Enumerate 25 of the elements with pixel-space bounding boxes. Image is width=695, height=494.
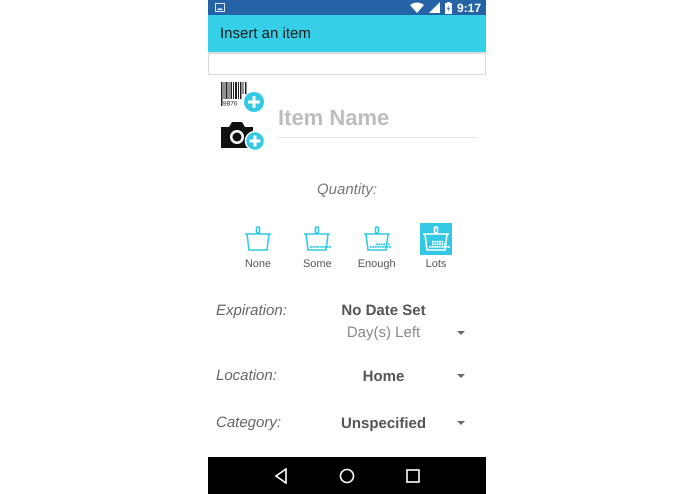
quantity-label: Quantity: xyxy=(316,181,378,198)
dropdown[interactable]: Day(s) Left xyxy=(326,319,468,346)
caret-icon xyxy=(457,374,465,378)
dropdown[interactable]: Home xyxy=(326,362,468,390)
app-bar-title: Insert an item xyxy=(220,25,311,42)
dropdown[interactable]: Unspecified xyxy=(326,410,468,437)
home-icon[interactable] xyxy=(338,468,355,484)
date-button[interactable]: No Date Set xyxy=(326,298,441,320)
caret-icon xyxy=(457,421,465,426)
clock-time: 9:17 xyxy=(456,0,481,15)
item-name-field[interactable]: Item Name xyxy=(278,99,478,138)
field-label: Location: xyxy=(216,366,278,384)
back-icon[interactable] xyxy=(274,468,288,484)
quantity-option[interactable]: Some xyxy=(296,223,338,270)
field-label: Expiration: xyxy=(216,301,288,320)
recents-icon[interactable] xyxy=(406,468,420,483)
caret-icon xyxy=(457,330,465,335)
quantity-option[interactable]: Lots xyxy=(414,223,457,270)
camera-add-icon[interactable] xyxy=(220,119,266,152)
quantity-option[interactable]: Enough xyxy=(356,223,398,270)
input-field[interactable] xyxy=(208,53,486,76)
quantity-option[interactable]: None xyxy=(237,223,279,270)
wifi-icon xyxy=(410,2,424,14)
image-icon xyxy=(215,3,225,12)
field-label: Category: xyxy=(216,412,282,431)
